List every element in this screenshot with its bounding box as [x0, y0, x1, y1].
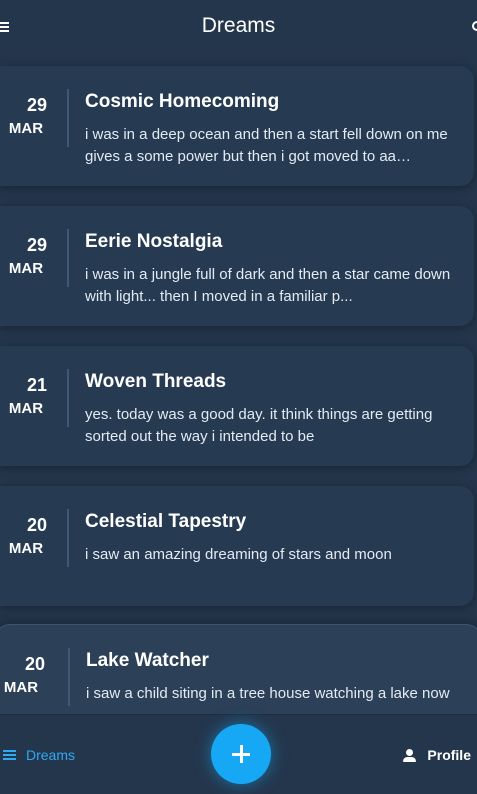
dream-title: Lake Watcher: [86, 650, 209, 671]
dream-card-active[interactable]: 20 MAR Lake Watcher i saw a child siting…: [0, 624, 477, 714]
app-header: Dreams: [0, 0, 477, 56]
dream-card[interactable]: 29 MAR Cosmic Homecoming i was in a deep…: [0, 66, 474, 186]
dream-list[interactable]: 29 MAR Cosmic Homecoming i was in a deep…: [0, 0, 477, 714]
dream-day: 20: [26, 515, 48, 535]
dream-excerpt: i saw a child siting in a tree house wat…: [86, 685, 450, 702]
date-divider: [67, 229, 69, 287]
nav-item-dreams[interactable]: Dreams: [3, 745, 75, 765]
date-divider: [67, 509, 69, 567]
dream-date: 29 MAR: [0, 94, 76, 138]
dreams-app: 29 MAR Cosmic Homecoming i was in a deep…: [0, 0, 477, 794]
dream-excerpt: i was in a jungle full of dark and then …: [85, 266, 451, 305]
date-divider: [68, 648, 70, 706]
date-divider: [67, 369, 69, 427]
dream-date: 21 MAR: [0, 374, 76, 418]
dream-title: Woven Threads: [85, 371, 227, 392]
dream-date: 29 MAR: [0, 234, 76, 278]
nav-profile-label: Profile: [427, 747, 471, 763]
dream-month: MAR: [8, 260, 44, 277]
dream-excerpt: i was in a deep ocean and then a start f…: [85, 126, 448, 165]
dream-day: 20: [24, 654, 46, 674]
dream-excerpt: yes. today was a good day. it think thin…: [85, 406, 433, 445]
dream-day: 29: [26, 235, 48, 255]
add-dream-button[interactable]: [211, 724, 271, 784]
dream-month: MAR: [8, 120, 44, 137]
dream-title: Celestial Tapestry: [85, 511, 247, 532]
dream-day: 21: [26, 375, 48, 395]
dream-day: 29: [26, 95, 48, 115]
dream-title: Eerie Nostalgia: [85, 231, 223, 252]
page-title: Dreams: [201, 14, 276, 37]
date-divider: [67, 89, 69, 147]
dream-month: MAR: [3, 679, 39, 696]
header-right-icon[interactable]: [472, 21, 477, 31]
dream-month: MAR: [8, 400, 44, 417]
dream-excerpt: i saw an amazing dreaming of stars and m…: [85, 546, 392, 563]
dream-date: 20 MAR: [1, 653, 77, 697]
nav-item-profile[interactable]: Profile: [403, 745, 471, 765]
dream-card[interactable]: 29 MAR Eerie Nostalgia i was in a jungle…: [0, 206, 474, 326]
list-icon: [3, 750, 16, 760]
person-icon: [403, 748, 417, 762]
dream-card[interactable]: 20 MAR Celestial Tapestry i saw an amazi…: [0, 486, 474, 606]
dream-title: Cosmic Homecoming: [85, 91, 280, 112]
dream-card[interactable]: 21 MAR Woven Threads yes. today was a go…: [0, 346, 474, 466]
nav-dreams-label: Dreams: [26, 747, 76, 763]
dream-date: 20 MAR: [0, 514, 76, 558]
dream-month: MAR: [8, 540, 44, 557]
